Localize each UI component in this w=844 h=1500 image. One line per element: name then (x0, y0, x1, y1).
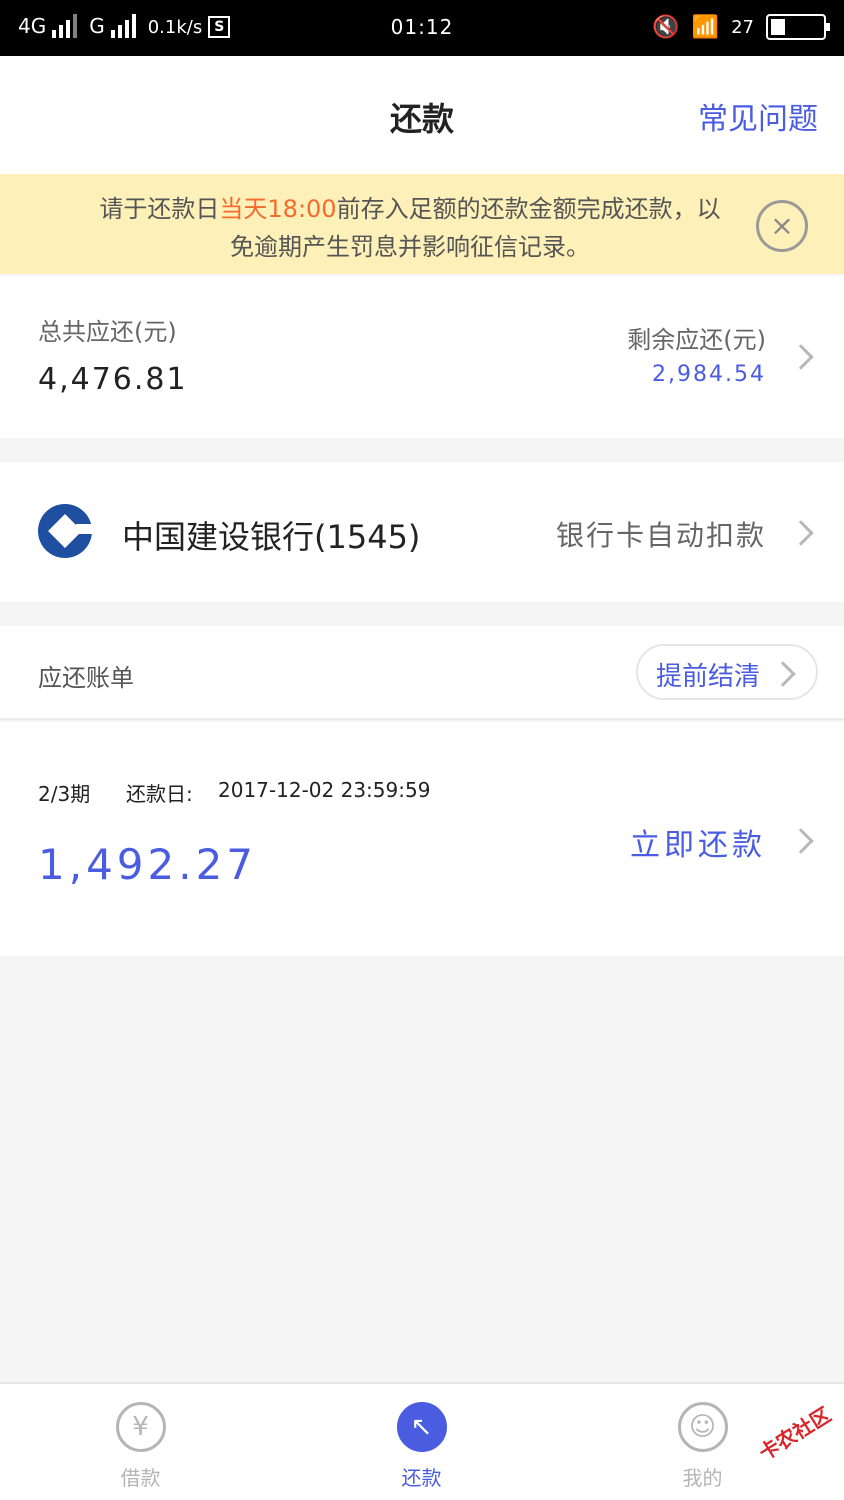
total-due-label: 总共应还(元) (38, 318, 177, 346)
prepay-button[interactable]: 提前结清 (636, 644, 818, 700)
bills-title: 应还账单 (38, 664, 134, 692)
mute-icon: 🔇 (652, 14, 680, 40)
remaining-due-value: 2,984.54 (652, 362, 766, 387)
ccb-logo-icon (38, 504, 94, 558)
prepay-label: 提前结清 (656, 662, 761, 692)
tab-repay-label: 还款 (401, 1466, 442, 1490)
bank-name: 中国建设银行(1545) (122, 518, 421, 556)
bill-amount: 1,492.27 (38, 840, 258, 889)
status-right: 🔇 📶 27 (652, 14, 830, 40)
pay-now-button[interactable]: 立即还款 (630, 820, 766, 864)
tab-repay[interactable]: ↖ 还款 (281, 1384, 562, 1500)
battery-icon (766, 14, 830, 40)
chevron-right-icon (788, 520, 814, 546)
nav-bar: 还款 常见问题 (0, 56, 844, 174)
notice-highlight: 当天18:00 (219, 195, 337, 223)
notice-banner: 请于还款日当天18:00前存入足额的还款金额完成还款，以免逾期产生罚息并影响征信… (0, 174, 844, 274)
tab-bar: ¥ 借款 ↖ 还款 ☺ 我的 (0, 1382, 844, 1500)
bill-period: 2/3期 (38, 782, 91, 806)
bill-due-date: 2017-12-02 23:59:59 (218, 778, 431, 802)
wifi-icon: 📶 (691, 14, 720, 40)
remaining-due-label: 剩余应还(元) (627, 326, 766, 354)
battery-percent: 27 (731, 16, 754, 38)
repayment-summary[interactable]: 总共应还(元) 4,476.81 剩余应还(元) 2,984.54 (0, 276, 844, 438)
chevron-right-icon (788, 828, 814, 854)
yen-icon: ¥ (115, 1402, 166, 1452)
bill-item[interactable]: 2/3期 还款日: 2017-12-02 23:59:59 1,492.27 立… (0, 722, 844, 956)
faq-link[interactable]: 常见问题 (698, 94, 818, 138)
tab-borrow-label: 借款 (120, 1466, 161, 1490)
chevron-right-icon (788, 344, 814, 370)
repay-arrow-icon: ↖ (396, 1402, 447, 1452)
total-due-value: 4,476.81 (38, 362, 188, 397)
notice-text: 请于还款日当天18:00前存入足额的还款金额完成还款，以免逾期产生罚息并影响征信… (90, 190, 730, 266)
user-icon: ☺ (677, 1402, 728, 1452)
notice-text-before: 请于还款日 (99, 195, 220, 223)
bills-header: 应还账单 提前结清 (0, 626, 844, 720)
battery-level (771, 19, 785, 35)
status-bar: 4G G 0.1k/s S 01:12 🔇 📶 27 (0, 0, 844, 56)
auto-debit-label: 银行卡自动扣款 (555, 519, 766, 552)
notice-close-icon[interactable]: × (756, 200, 808, 252)
bank-card-row[interactable]: 中国建设银行(1545) 银行卡自动扣款 (0, 462, 844, 602)
tab-borrow[interactable]: ¥ 借款 (0, 1384, 281, 1500)
bill-due-label: 还款日: (126, 782, 193, 806)
tab-mine-label: 我的 (682, 1466, 723, 1490)
chevron-right-icon (770, 661, 796, 687)
